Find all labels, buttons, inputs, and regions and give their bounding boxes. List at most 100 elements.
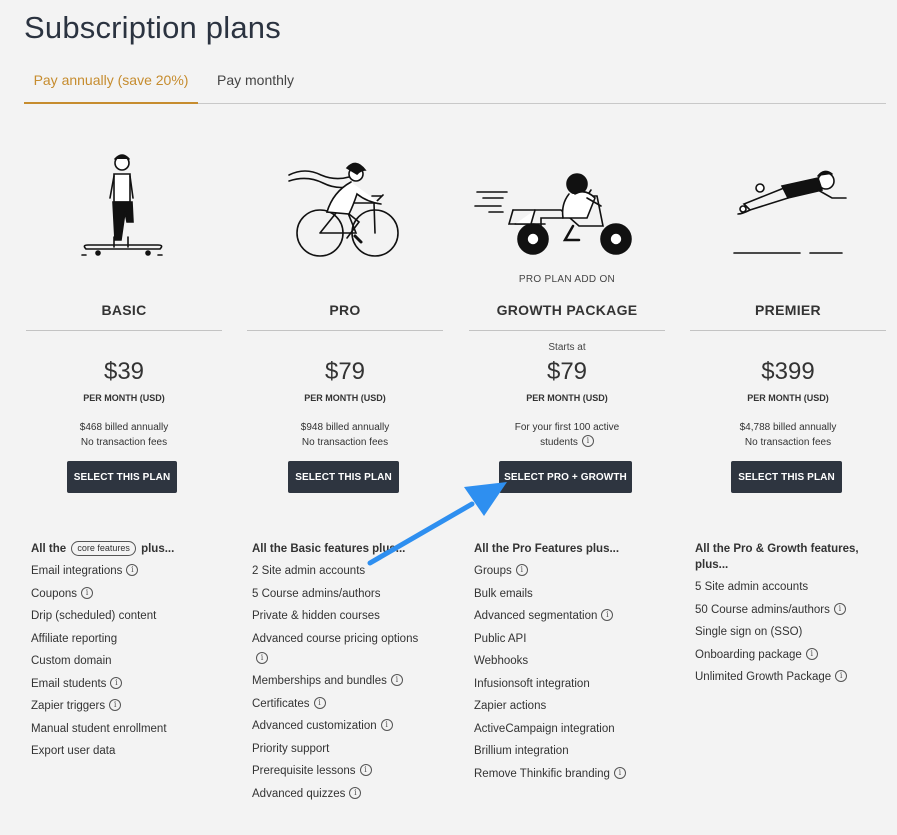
feature-label: Brillium integration (474, 745, 569, 757)
plan-name: BASIC (101, 302, 147, 318)
feature-item: 5 Course admins/authors (252, 587, 457, 601)
students-text: students (540, 437, 578, 448)
feature-label: Remove Thinkific branding (474, 767, 610, 780)
info-icon[interactable]: i (109, 699, 122, 711)
feature-item: Advanced customization i (252, 719, 457, 733)
feature-label: Private & hidden courses (252, 610, 380, 622)
select-basic-plan-button[interactable]: SELECT THIS PLAN (67, 461, 177, 493)
info-icon[interactable]: i (380, 719, 393, 731)
feature-item: Remove Thinkific branding i (474, 766, 679, 781)
plan-billing-note: $468 billed annually No transaction fees (26, 420, 222, 450)
info-icon[interactable]: i (835, 670, 848, 682)
info-icon[interactable]: i (613, 766, 626, 779)
feature-item: Zapier actions (474, 699, 679, 713)
first-students-text: For your first 100 active (514, 422, 620, 433)
info-icon[interactable]: i (581, 435, 594, 447)
plan-period: PER MONTH (USD) (304, 393, 386, 403)
plan-price: $399 (761, 358, 815, 385)
feature-label: Bulk emails (474, 587, 533, 600)
info-icon[interactable]: i (515, 564, 528, 576)
feature-item: Affiliate reporting (31, 632, 236, 646)
billing-tabs: Pay annually (save 20%) Pay monthly (24, 58, 886, 104)
plan-eyebrow: PRO PLAN ADD ON (518, 274, 616, 285)
features-heading: All the core features plus... (31, 541, 236, 557)
info-icon[interactable]: i (313, 696, 326, 709)
feature-item: Brillium integration (474, 744, 679, 758)
feature-label: Memberships and bundles (252, 675, 387, 687)
tab-pay-annually[interactable]: Pay annually (save 20%) (24, 72, 198, 104)
feature-item: Groups i (474, 564, 679, 578)
info-icon[interactable]: i (256, 651, 268, 664)
plan-price: $39 (103, 358, 145, 385)
features-growth: All the Pro Features plus... Groups i Bul… (474, 541, 679, 789)
billed-annually-text: $4,788 billed annually (739, 422, 837, 433)
info-icon[interactable]: i (805, 647, 818, 660)
feature-item: Infusionsoft integration (474, 677, 679, 691)
motorcyclist-illustration (474, 173, 632, 255)
core-features-pill[interactable]: core features (71, 541, 136, 556)
feature-label: 50 Course admins/authors (695, 603, 830, 616)
plan-billing-note: $4,788 billed annually No transaction fe… (690, 420, 886, 450)
tab-pay-monthly[interactable]: Pay monthly (217, 72, 294, 88)
feature-item: 5 Site admin accounts (695, 580, 870, 594)
feature-label: Zapier actions (474, 700, 547, 712)
feature-label: Affiliate reporting (31, 632, 118, 645)
feature-label: Advanced segmentation (474, 610, 598, 622)
feature-label: Infusionsoft integration (474, 677, 590, 690)
select-pro-plan-button[interactable]: SELECT THIS PLAN (288, 461, 399, 493)
plan-name: GROWTH PACKAGE (496, 302, 638, 318)
feature-label: Custom domain (31, 655, 112, 667)
info-icon[interactable]: i (833, 602, 846, 615)
starts-at-text: Starts at (548, 342, 586, 353)
feature-item: Coupons i (31, 586, 236, 601)
plan-price: $79 (546, 358, 588, 385)
transaction-fees-text: No transaction fees (744, 437, 832, 448)
info-icon[interactable]: i (349, 786, 362, 799)
feature-label: Webhooks (474, 655, 529, 667)
divider (690, 330, 886, 331)
feature-item: Email students i (31, 676, 236, 691)
feature-item: Drip (scheduled) content (31, 609, 236, 623)
select-pro-growth-button[interactable]: SELECT PRO + GROWTH (499, 461, 632, 493)
feature-label: Single sign on (SSO) (695, 626, 803, 638)
select-premier-plan-button[interactable]: SELECT THIS PLAN (731, 461, 842, 493)
feature-label: Email integrations (31, 565, 123, 577)
feature-label: 5 Site admin accounts (695, 581, 809, 593)
feature-item: Memberships and bundles i (252, 674, 457, 688)
features-heading: All the Pro & Growth features, plus... (695, 543, 859, 571)
divider (247, 330, 443, 331)
info-icon[interactable]: i (390, 674, 403, 686)
feature-item: Prerequisite lessons i (252, 764, 457, 778)
feature-label: Email students (31, 677, 107, 690)
plan-period: PER MONTH (USD) (747, 393, 829, 403)
cyclist-illustration (288, 162, 399, 257)
feature-label: Advanced customization (252, 720, 377, 732)
feature-label: ActiveCampaign integration (474, 722, 615, 735)
features-basic: All the core features plus... Email inte… (31, 541, 236, 767)
feature-item: Export user data (31, 744, 236, 758)
features-heading: All the Basic features plus... (252, 543, 406, 555)
plan-name: PREMIER (755, 302, 821, 318)
info-icon[interactable]: i (126, 564, 139, 576)
info-icon[interactable]: i (601, 609, 614, 621)
feature-list: 5 Site admin accounts 50 Course admins/a… (695, 580, 870, 684)
feature-item: Single sign on (SSO) (695, 625, 870, 639)
feature-item: Custom domain (31, 654, 236, 668)
feature-label: Public API (474, 632, 527, 645)
plan-period: PER MONTH (USD) (526, 393, 608, 403)
feature-list: 2 Site admin accounts 5 Course admins/au… (252, 564, 457, 801)
feature-item: Advanced segmentation i (474, 609, 679, 623)
feature-item: Public API (474, 632, 679, 646)
plan-billing-note: $948 billed annually No transaction fees (247, 420, 443, 450)
info-icon[interactable]: i (110, 676, 123, 689)
plan-name: PRO (329, 302, 361, 318)
info-icon[interactable]: i (81, 586, 94, 599)
feature-item: Unlimited Growth Package i (695, 670, 870, 684)
features-premier: All the Pro & Growth features, plus... 5… (695, 541, 870, 693)
plan-price: $79 (324, 358, 366, 385)
divider (26, 330, 222, 331)
feature-label: 2 Site admin accounts (252, 565, 366, 577)
info-icon[interactable]: i (359, 764, 372, 776)
feature-label: Certificates (252, 697, 310, 710)
transaction-fees-text: No transaction fees (301, 437, 389, 448)
